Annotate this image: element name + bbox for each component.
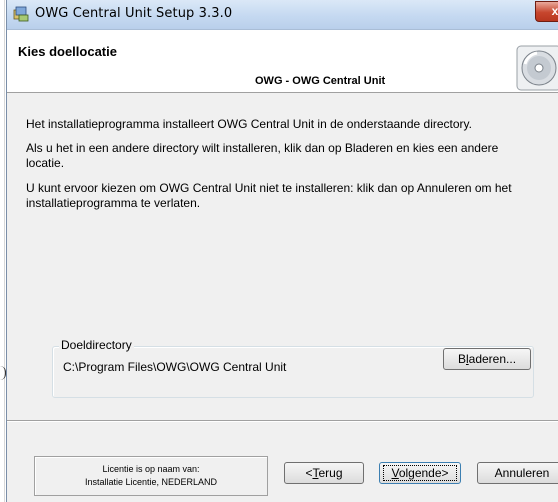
destination-path: C:\Program Files\OWG\OWG Central Unit	[63, 360, 287, 374]
license-panel: Licentie is op naam van: Installatie Lic…	[34, 456, 268, 496]
close-button[interactable]: x	[535, 1, 558, 22]
browse-label-pre: B	[457, 352, 466, 366]
back-button[interactable]: <Terug	[284, 462, 364, 484]
setup-app-icon	[13, 6, 29, 22]
browse-label-post: aderen...	[468, 352, 517, 366]
window-title: OWG Central Unit Setup 3.3.0	[35, 6, 233, 21]
cancel-hint-paragraph: U kunt ervoor kiezen om OWG Central Unit…	[26, 181, 512, 210]
next-focus-rect: Volgende>	[383, 465, 457, 481]
back-label-post: erug	[318, 466, 343, 480]
browse-hint-paragraph: Als u het in een andere directory wilt i…	[26, 141, 499, 170]
next-label-accel: V	[391, 466, 399, 480]
license-line-1: Licentie is op naam van:	[102, 464, 200, 474]
footer-separator	[7, 420, 558, 422]
cancel-button[interactable]: Annuleren	[477, 462, 558, 484]
destination-legend: Doeldirectory	[59, 338, 134, 352]
next-button[interactable]: Volgende>	[379, 462, 461, 484]
next-label-post: olgende>	[398, 466, 449, 480]
license-line-2: Installatie Licentie, NEDERLAND	[84, 477, 218, 487]
intro-paragraph: Het installatieprogramma installeert OWG…	[26, 117, 472, 131]
wizard-header: Kies doellocatie OWG - OWG Central Unit	[7, 30, 558, 93]
setup-window: OWG Central Unit Setup 3.3.0 x Kies doel…	[6, 0, 558, 502]
page-title: Kies doellocatie	[18, 44, 117, 59]
desktop-divider	[4, 0, 5, 502]
page-subtitle: OWG - OWG Central Unit	[255, 75, 386, 87]
title-bar[interactable]: OWG Central Unit Setup 3.3.0 x	[7, 0, 558, 30]
cd-install-icon	[516, 45, 558, 91]
browse-button[interactable]: Bladeren...	[443, 348, 531, 370]
